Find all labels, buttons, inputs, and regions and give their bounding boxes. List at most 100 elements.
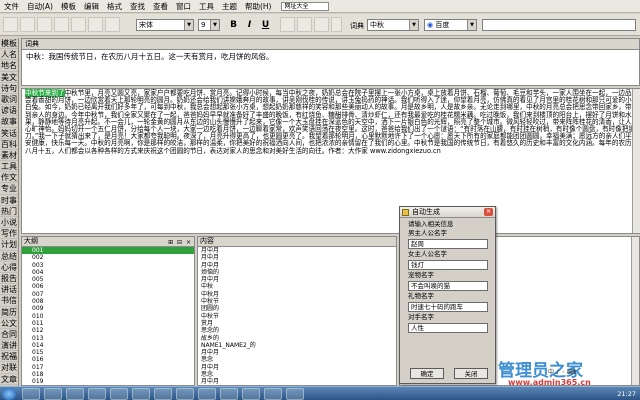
outline-item[interactable]: 003	[22, 262, 194, 269]
taskbar-app-icon[interactable]	[198, 388, 216, 400]
sidebar-item[interactable]: 故事	[0, 116, 18, 128]
color-icon[interactable]	[331, 17, 342, 32]
taskbar-app-icon[interactable]	[22, 388, 40, 400]
content-item[interactable]: 月中月	[198, 247, 396, 254]
menu-help[interactable]: 帮助(H)	[241, 0, 276, 13]
content-item[interactable]: 月中月	[198, 254, 396, 261]
sidebar-item[interactable]: 时事	[0, 195, 18, 206]
dialog-field-input[interactable]: 人性	[408, 323, 488, 333]
outline-item[interactable]: 014	[22, 342, 194, 349]
sidebar-item[interactable]: 模板	[0, 38, 18, 50]
align-center-icon[interactable]	[297, 17, 312, 32]
taskbar-app-icon[interactable]	[264, 388, 282, 400]
dialog-field-input[interactable]: 时速七十码的跑车	[408, 302, 488, 312]
outline-item[interactable]: 001	[22, 247, 194, 255]
sidebar-item[interactable]: 文章	[0, 374, 18, 385]
outline-item[interactable]: 009	[22, 305, 194, 312]
content-item[interactable]: 中秋	[198, 283, 396, 290]
content-item[interactable]: 月中月	[198, 378, 396, 385]
sidebar-item[interactable]: 总结	[0, 251, 18, 262]
sidebar-item[interactable]: 合同	[0, 329, 18, 341]
content-item[interactable]: 月中月	[198, 349, 396, 356]
taskbar-app-icon[interactable]	[44, 388, 62, 400]
outline-item[interactable]: 005	[22, 276, 194, 283]
outline-item[interactable]: 002	[22, 254, 194, 261]
sidebar-item[interactable]: 笑话	[0, 128, 18, 139]
taskbar-app-icon[interactable]	[154, 388, 172, 400]
close-icon[interactable]: ✕	[484, 208, 493, 216]
taskbar-app-icon[interactable]	[286, 388, 304, 400]
align-left-icon[interactable]	[280, 17, 295, 32]
content-item[interactable]: 中秋节	[198, 298, 396, 305]
save-icon[interactable]	[37, 17, 52, 32]
start-button[interactable]	[2, 388, 16, 400]
menu-tools[interactable]: 工具	[195, 0, 218, 13]
sidebar-item[interactable]: 素材	[0, 150, 18, 162]
taskbar-app-icon[interactable]	[176, 388, 194, 400]
content-item[interactable]: 思念	[198, 356, 396, 363]
outline-item[interactable]: 013	[22, 335, 194, 342]
content-item[interactable]: 烦恼的	[198, 269, 396, 276]
content-item[interactable]: 中秋月	[198, 291, 396, 298]
content-item[interactable]: 月中月	[198, 364, 396, 371]
taskbar-app-icon[interactable]	[220, 388, 238, 400]
taskbar-app-icon[interactable]	[88, 388, 106, 400]
cut-icon[interactable]	[71, 17, 86, 32]
copy-icon[interactable]	[88, 17, 103, 32]
content-item[interactable]: 月中月	[198, 276, 396, 283]
sidebar-item[interactable]: 心得	[0, 262, 18, 273]
sidebar-item[interactable]: 谚语	[0, 105, 18, 117]
sidebar-item[interactable]: 作文	[0, 172, 18, 184]
menu-template[interactable]: 模板	[57, 0, 80, 13]
outline-item[interactable]: 008	[22, 298, 194, 305]
new-doc-icon[interactable]	[3, 17, 18, 32]
outline-item[interactable]: 017	[22, 364, 194, 371]
taskbar-app-icon[interactable]	[110, 388, 128, 400]
menu-view[interactable]: 查看	[149, 0, 172, 13]
print-icon[interactable]	[54, 17, 69, 32]
bold-button[interactable]: B	[228, 19, 239, 31]
content-item[interactable]: 月中月	[198, 262, 396, 269]
sidebar-item[interactable]: 百科	[0, 139, 18, 150]
taskbar-app-icon[interactable]	[132, 388, 150, 400]
sidebar-item[interactable]: 书信	[0, 295, 18, 307]
ok-button[interactable]: 确定	[410, 368, 444, 379]
dialog-field-input[interactable]: 钱灯	[408, 260, 488, 270]
sidebar-item[interactable]: 祝福	[0, 351, 18, 363]
outline-item[interactable]: 004	[22, 269, 194, 276]
content-item[interactable]: 中秋节	[198, 313, 396, 320]
sidebar-item[interactable]: 写作	[0, 228, 18, 240]
sidebar-item[interactable]: 演讲	[0, 340, 18, 352]
menu-file[interactable]: 文件	[0, 0, 23, 13]
document-editor[interactable]: 中秋节来到了中秋节里，月亮又圆又亮，家家户户都要吃月饼、赏月亮。记得小时候，每当…	[21, 88, 640, 234]
italic-button[interactable]: I	[244, 19, 255, 31]
sidebar-item[interactable]: 对联	[0, 362, 18, 374]
taskbar-app-icon[interactable]	[66, 388, 84, 400]
sidebar-item[interactable]: 诗句	[0, 83, 18, 94]
content-item[interactable]: 故乡的	[198, 335, 396, 342]
document-scrollbar[interactable]	[632, 89, 640, 233]
underline-button[interactable]: U	[260, 19, 271, 31]
sidebar-item[interactable]: 讲话	[0, 284, 18, 296]
ime-toolbar[interactable]: 中 ♪ ◦ ⌨	[548, 368, 628, 378]
outline-item[interactable]: 010	[22, 313, 194, 320]
sidebar-item[interactable]: 专业	[0, 183, 18, 195]
outline-header-buttons[interactable]: ⊞ ⊟ ×	[168, 238, 192, 247]
sidebar-item[interactable]: 工具	[0, 161, 18, 173]
sidebar-item[interactable]: 公文	[0, 318, 18, 329]
sidebar-item[interactable]: 报告	[0, 273, 18, 285]
menu-window[interactable]: 窗口	[172, 0, 195, 13]
menu-auto[interactable]: 自动(A)	[23, 0, 57, 13]
paste-icon[interactable]	[105, 17, 120, 32]
dialog-field-input[interactable]: 赵周	[408, 239, 488, 249]
outline-item[interactable]: 007	[22, 291, 194, 298]
font-name-select[interactable]: 宋体 ▼	[136, 19, 194, 31]
content-item[interactable]: 思念	[198, 371, 396, 378]
ci-select[interactable]: 中秋 ▼	[367, 19, 419, 31]
sidebar-item[interactable]: 小说	[0, 217, 18, 229]
sidebar-item[interactable]: 热门	[0, 206, 18, 217]
menu-edit[interactable]: 编辑	[80, 0, 103, 13]
menu-theme[interactable]: 主题	[218, 0, 241, 13]
dialog-field-input[interactable]: 不会叫唤的猫	[408, 281, 488, 291]
outline-item[interactable]: 018	[22, 371, 194, 378]
